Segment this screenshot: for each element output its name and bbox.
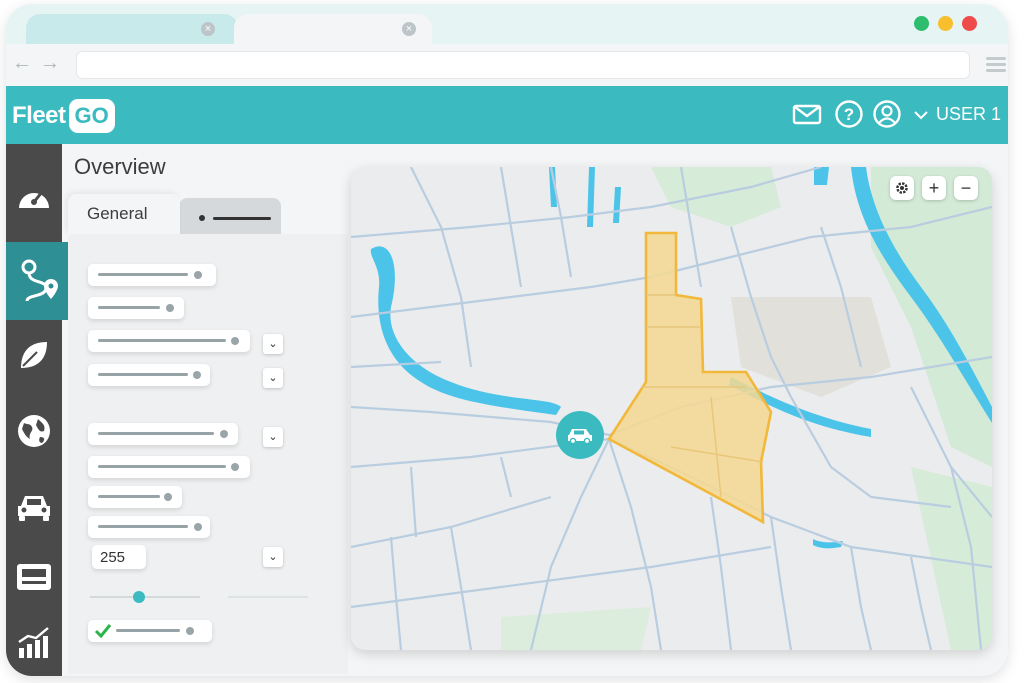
checked-setting-field[interactable] [88,620,212,642]
sidebar-item-world[interactable] [6,406,62,456]
settings-icon [896,182,908,194]
sidebar-item-devices[interactable] [6,552,62,602]
tab-dot-icon [199,215,205,221]
sidebar-item-dashboard[interactable] [6,172,62,222]
close-icon[interactable]: × [402,22,416,36]
terminal-icon [17,564,51,590]
setting-field[interactable] [88,297,184,319]
sidebar-item-vehicles[interactable] [6,482,62,532]
app-header: Fleet GO ? USER 1 [6,86,1008,144]
setting-field[interactable] [88,486,182,508]
setting-field[interactable] [88,330,250,352]
sidebar-item-reports[interactable] [6,618,62,668]
tab-general[interactable]: General [68,194,180,234]
leaf-icon [21,342,47,368]
car-icon [568,429,592,445]
tab-line-icon [213,217,271,220]
car-icon [18,496,50,521]
dropdown-toggle[interactable]: ⌄ [263,547,283,567]
route-icon [21,259,58,302]
logo-fleet-text: Fleet [12,102,66,129]
sidebar-item-eco[interactable] [6,330,62,380]
setting-field[interactable] [88,456,250,478]
street-map [351,167,992,650]
minimize-window-button[interactable] [938,16,953,31]
logo-go-text: GO [68,99,115,133]
check-icon [94,624,112,639]
hamburger-menu-icon[interactable] [986,57,1006,73]
dropdown-toggle[interactable]: ⌄ [263,427,283,447]
page-title: Overview [74,154,166,179]
dropdown-toggle[interactable]: ⌄ [263,334,283,354]
slider-track[interactable] [90,596,200,598]
dropdown-toggle[interactable]: ⌄ [263,368,283,388]
svg-text:?: ? [844,105,854,124]
zoom-out-button[interactable]: − [954,176,978,200]
browser-window: × × ← → Fleet GO ? USER 1 Overview Gener… [6,4,1008,676]
map-view[interactable] [351,167,992,650]
vehicle-marker[interactable] [556,411,604,459]
zoom-in-button[interactable]: + [922,176,946,200]
fleetgo-logo[interactable]: Fleet GO [12,96,115,136]
globe-icon [18,415,50,447]
map-settings-button[interactable] [890,176,914,200]
chart-icon [18,627,49,658]
speedometer-icon [19,191,49,208]
user-icon[interactable] [872,99,902,129]
maximize-window-button[interactable] [914,16,929,31]
setting-field[interactable] [88,516,210,538]
browser-tab-1[interactable]: × [26,14,238,46]
sidebar [6,144,76,676]
user-menu[interactable]: USER 1 [914,104,1001,125]
close-window-button[interactable] [962,16,977,31]
slider-track-secondary [228,596,308,598]
tab-secondary[interactable] [179,198,281,234]
sidebar-item-routes[interactable] [6,242,76,320]
mail-icon[interactable] [792,99,822,129]
setting-field[interactable] [88,423,238,445]
tab-strip: × × [6,4,1008,46]
browser-tab-2[interactable]: × [234,14,432,46]
address-input[interactable] [76,51,970,79]
close-icon[interactable]: × [201,22,215,36]
setting-field[interactable] [88,264,216,286]
number-input[interactable]: 255 [92,545,146,569]
forward-arrow-icon[interactable]: → [40,53,60,73]
address-bar-row: ← → [6,44,1008,86]
setting-field[interactable] [88,364,210,386]
chevron-down-icon [914,110,928,119]
user-name: USER 1 [936,104,1002,124]
slider-thumb[interactable] [133,591,145,603]
help-icon[interactable]: ? [834,99,864,129]
back-arrow-icon[interactable]: ← [12,53,32,73]
